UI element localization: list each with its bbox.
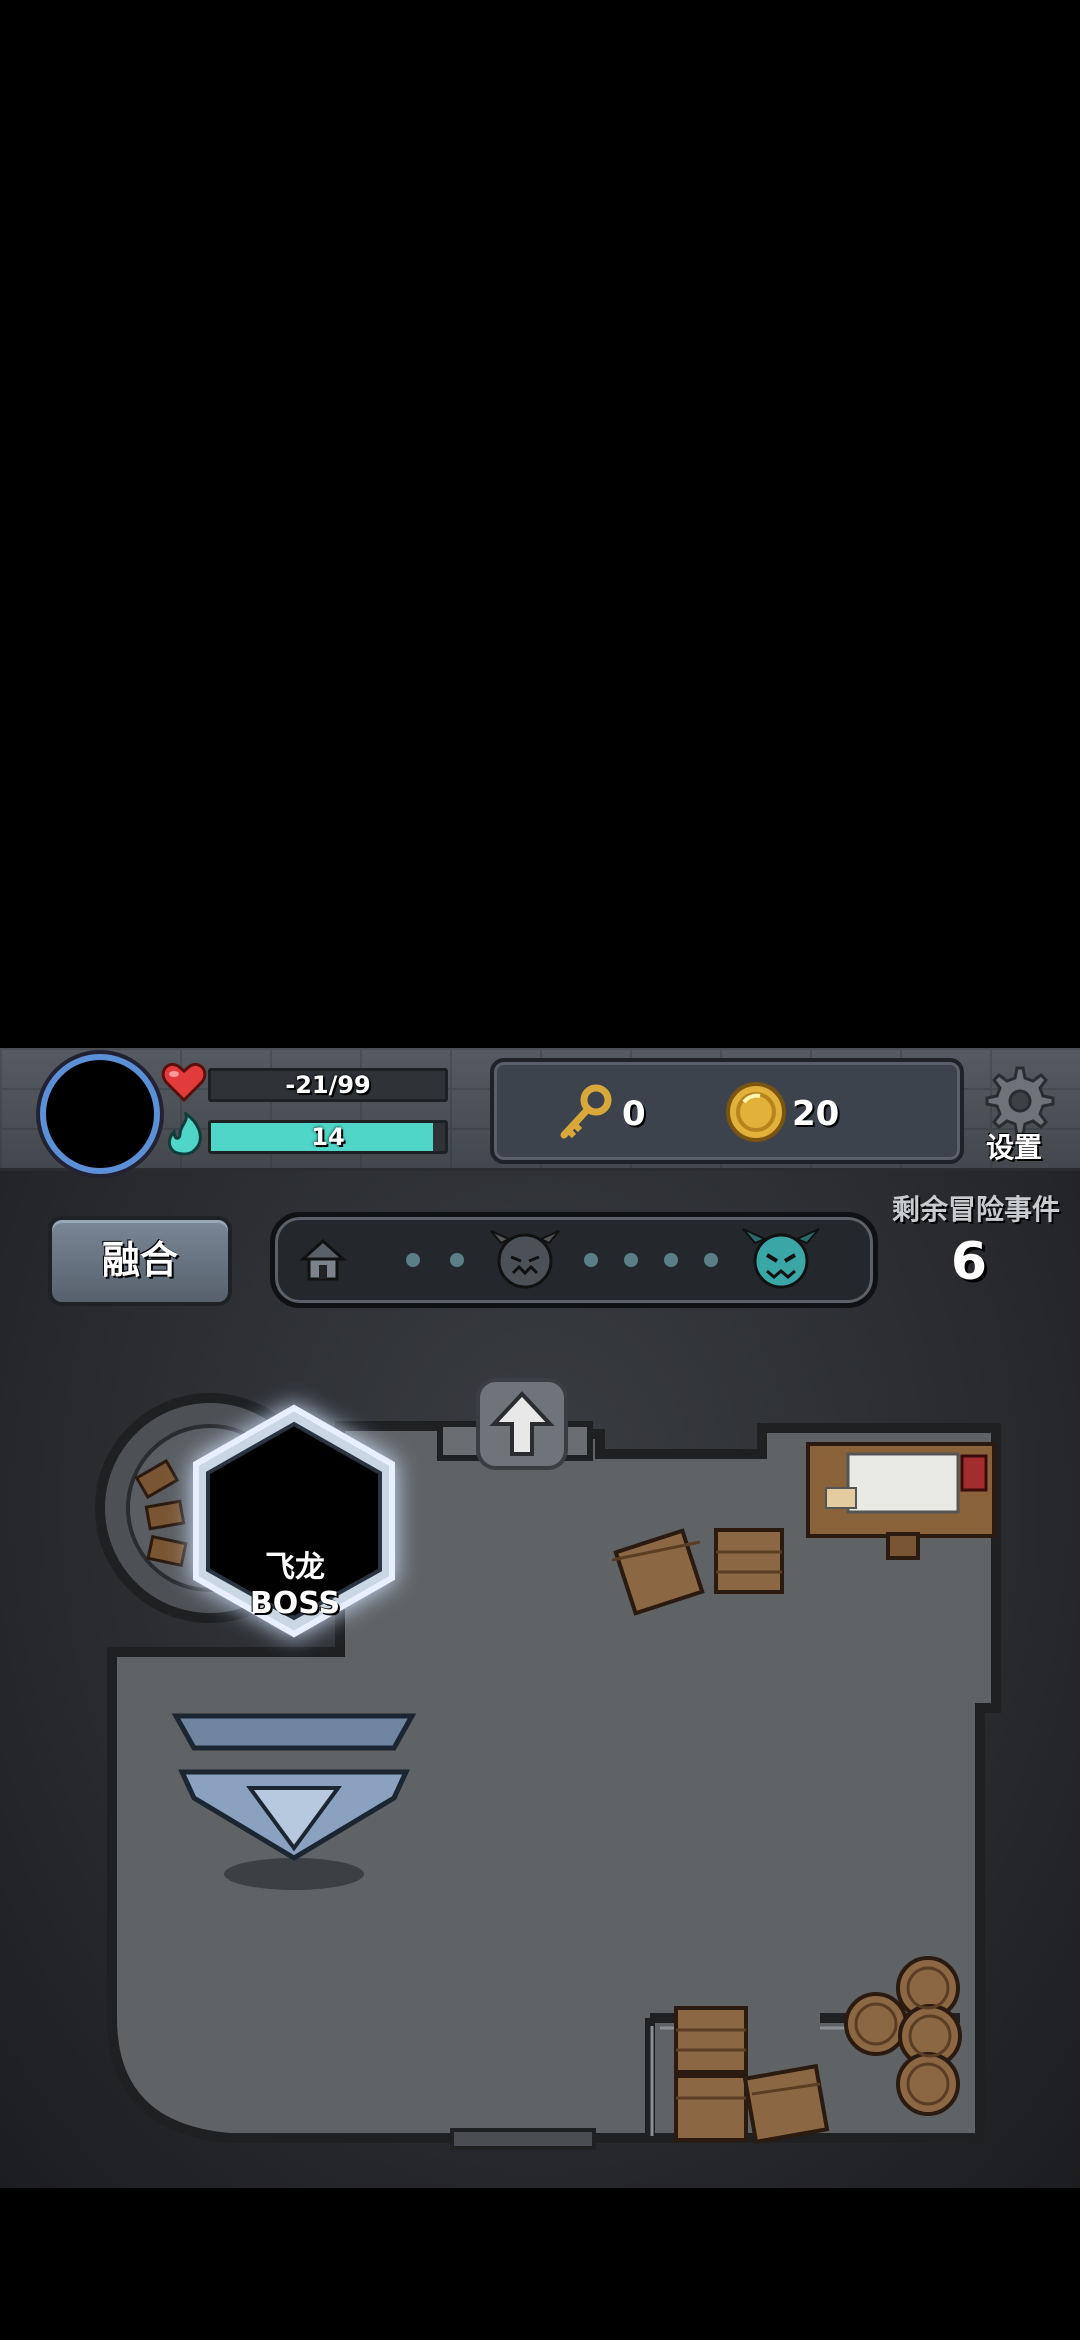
- keys-counter: 0: [554, 1080, 646, 1144]
- gold-coin-icon: [726, 1082, 786, 1142]
- progress-track-graphic: [299, 1228, 820, 1289]
- progress-dot: [450, 1253, 464, 1267]
- progress-dot: [584, 1253, 598, 1267]
- resource-panel: 0 20: [490, 1058, 964, 1164]
- letterbox-top: [0, 0, 1080, 1048]
- hp-value: -21/99: [285, 1071, 371, 1099]
- hp-bar: -21/99: [208, 1068, 448, 1102]
- game-screen: -21/99 14 0 20 设置 融合 剩余冒险事件 6 飞龙BOSS: [0, 1048, 1080, 2188]
- key-icon: [560, 1084, 612, 1139]
- coins-value: 20: [792, 1094, 840, 1134]
- mp-bar: 14: [208, 1120, 448, 1154]
- arrow-up-icon[interactable]: [474, 1376, 570, 1472]
- adventure-progress-track: [270, 1212, 878, 1308]
- top-hud: -21/99 14 0 20 设置: [0, 1048, 1080, 1174]
- keys-value: 0: [622, 1094, 646, 1134]
- progress-dot: [624, 1253, 638, 1267]
- demon-boss-icon: [742, 1228, 820, 1289]
- coins-counter: 20: [724, 1080, 839, 1144]
- progress-dot: [704, 1253, 718, 1267]
- letterbox-bottom: [0, 2188, 1080, 2340]
- bottom-door: [450, 2128, 596, 2150]
- progress-dot: [664, 1253, 678, 1267]
- boss-name-label: 飞龙BOSS: [249, 1550, 341, 1621]
- player-avatar[interactable]: [40, 1054, 160, 1174]
- remaining-events-value: 6: [950, 1232, 988, 1292]
- mp-value: 14: [311, 1123, 345, 1151]
- spirit-flame-icon: [167, 1112, 202, 1156]
- progress-dot: [406, 1253, 420, 1267]
- settings-label[interactable]: 设置: [986, 1126, 1042, 1166]
- remaining-events-label: 剩余冒险事件: [892, 1193, 1061, 1226]
- demon-head-icon: [490, 1230, 560, 1289]
- house-icon: [299, 1238, 347, 1281]
- heart-icon: [161, 1063, 207, 1103]
- fuse-button[interactable]: 融合: [48, 1216, 232, 1306]
